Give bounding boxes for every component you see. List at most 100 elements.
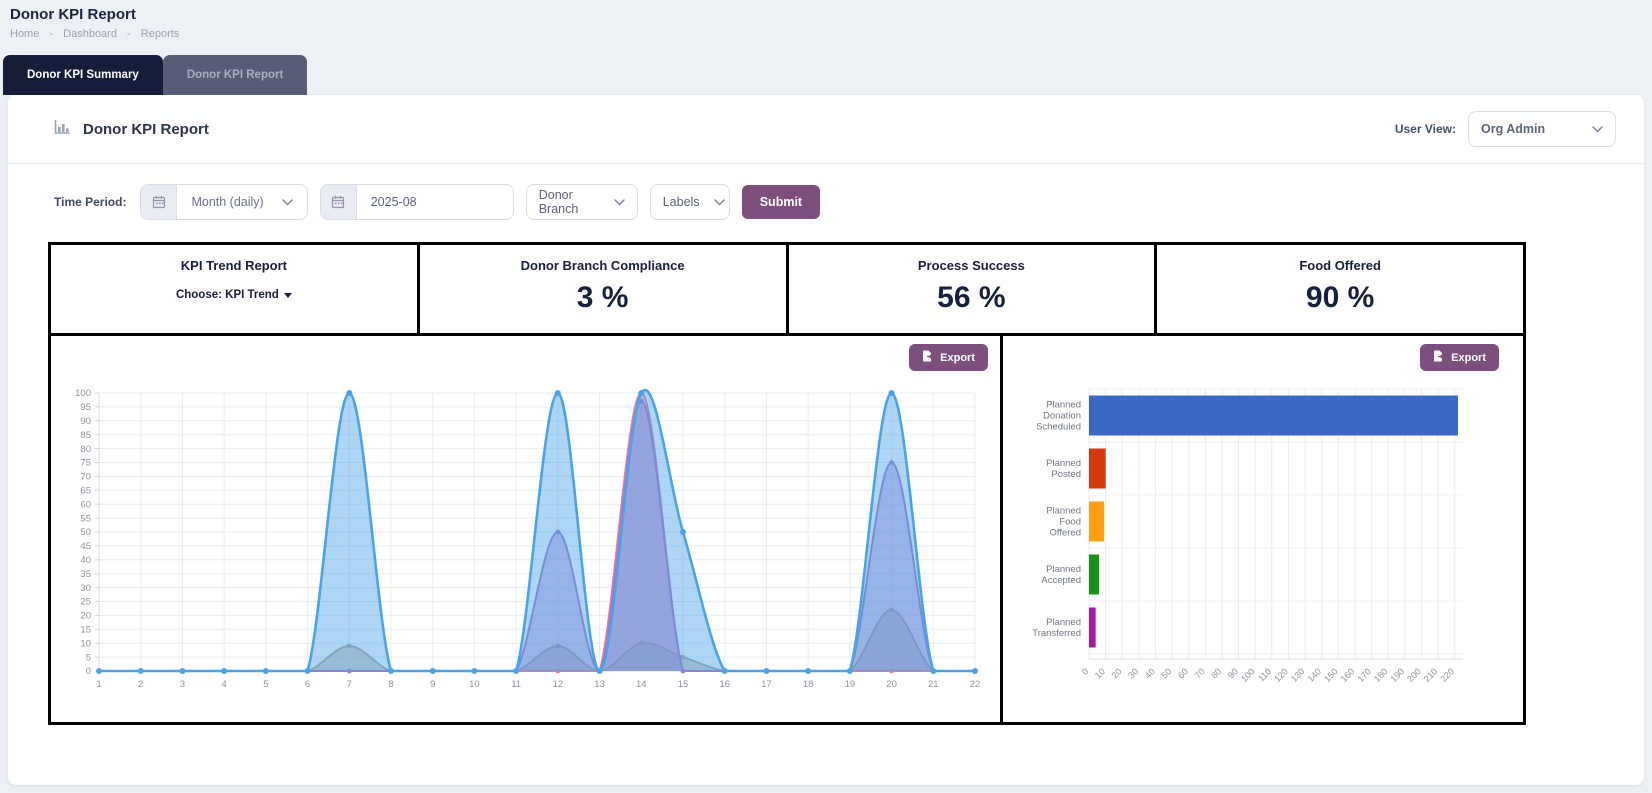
svg-text:10: 10	[469, 679, 480, 690]
caret-down-icon	[284, 293, 292, 298]
svg-text:PlannedDonationScheduled: PlannedDonationScheduled	[1036, 400, 1081, 433]
file-export-icon	[922, 350, 933, 365]
svg-text:17: 17	[761, 679, 772, 690]
donor-branch-value: Donor Branch	[539, 188, 600, 216]
svg-text:100: 100	[1239, 666, 1257, 684]
kpi-value: 90 %	[1157, 281, 1523, 315]
card-title: Donor KPI Report	[54, 119, 209, 139]
svg-text:180: 180	[1372, 666, 1390, 684]
breadcrumb-separator: -	[49, 28, 53, 40]
svg-text:70: 70	[80, 472, 91, 483]
svg-text:16: 16	[719, 679, 730, 690]
svg-text:65: 65	[80, 486, 91, 497]
kpi-cell-process-success: Process Success 56 %	[789, 245, 1158, 333]
kpi-cell-food-offered: Food Offered 90 %	[1157, 245, 1523, 333]
card-title-text: Donor KPI Report	[83, 121, 209, 138]
chevron-down-icon	[714, 195, 725, 209]
svg-text:40: 40	[1143, 666, 1157, 680]
svg-text:15: 15	[80, 625, 91, 636]
svg-text:30: 30	[80, 583, 91, 594]
breadcrumb-dashboard[interactable]: Dashboard	[63, 28, 117, 40]
export-button-label: Export	[1451, 352, 1486, 364]
svg-text:19: 19	[845, 679, 856, 690]
breadcrumb-home[interactable]: Home	[10, 28, 39, 40]
svg-text:100: 100	[75, 388, 91, 399]
svg-text:200: 200	[1405, 666, 1423, 684]
svg-text:PlannedFoodOffered: PlannedFoodOffered	[1046, 506, 1081, 539]
planned-kpi-bar-chart-panel: Export 010203040506070809010011012013014…	[1003, 336, 1523, 722]
svg-text:PlannedTransferred: PlannedTransferred	[1032, 617, 1081, 639]
svg-text:7: 7	[347, 679, 352, 690]
svg-text:50: 50	[80, 527, 91, 538]
period-type-select[interactable]: Month (daily)	[177, 185, 306, 219]
kpi-summary-table: KPI Trend Report Choose: KPI Trend Donor…	[48, 242, 1526, 336]
svg-text:40: 40	[80, 555, 91, 566]
svg-text:55: 55	[80, 513, 91, 524]
svg-text:1: 1	[96, 679, 101, 690]
svg-text:45: 45	[80, 541, 91, 552]
kpi-title: KPI Trend Report	[51, 258, 417, 273]
svg-text:70: 70	[1193, 666, 1207, 680]
kpi-value: 56 %	[789, 281, 1155, 315]
svg-text:110: 110	[1256, 666, 1273, 683]
svg-text:6: 6	[305, 679, 310, 690]
user-view-label: User View:	[1395, 122, 1456, 136]
kpi-trend-dropdown[interactable]: Choose: KPI Trend	[176, 289, 292, 301]
user-view-select[interactable]: Org Admin	[1468, 111, 1616, 147]
breadcrumb-separator: -	[127, 28, 131, 40]
svg-text:10: 10	[1093, 666, 1107, 680]
svg-text:170: 170	[1355, 666, 1373, 684]
svg-text:75: 75	[80, 458, 91, 469]
report-card: Donor KPI Report User View: Org Admin Ti…	[8, 95, 1644, 785]
svg-text:20: 20	[886, 679, 897, 690]
svg-text:210: 210	[1422, 666, 1440, 684]
svg-text:13: 13	[594, 679, 605, 690]
svg-text:220: 220	[1438, 666, 1456, 684]
svg-text:0: 0	[86, 666, 91, 677]
svg-text:160: 160	[1339, 666, 1357, 684]
bar-chart-icon	[54, 119, 71, 139]
svg-text:21: 21	[928, 679, 939, 690]
calendar-icon	[321, 185, 357, 219]
filter-row: Time Period: Month (daily)	[8, 164, 1644, 242]
planned-kpi-bar-chart: 0102030405060708090100110120130140150160…	[1023, 375, 1499, 718]
calendar-icon	[141, 185, 177, 219]
tab-donor-kpi-summary[interactable]: Donor KPI Summary	[3, 55, 163, 95]
svg-text:35: 35	[80, 569, 91, 580]
svg-text:90: 90	[1226, 666, 1240, 680]
tab-bar: Donor KPI Summary Donor KPI Report	[0, 55, 1652, 95]
svg-text:120: 120	[1272, 666, 1290, 684]
kpi-trend-dropdown-label: Choose: KPI Trend	[176, 289, 279, 301]
kpi-title: Process Success	[789, 258, 1155, 273]
export-button-trend-chart[interactable]: Export	[909, 344, 988, 371]
svg-text:2: 2	[138, 679, 143, 690]
svg-text:60: 60	[1176, 666, 1190, 680]
kpi-trend-chart-panel: Export 051015202530354045505560657075808…	[51, 336, 1003, 722]
date-group	[320, 184, 514, 220]
period-type-group: Month (daily)	[140, 184, 307, 220]
month-input[interactable]	[357, 185, 513, 219]
labels-select[interactable]: Labels	[650, 184, 730, 220]
svg-text:90: 90	[80, 416, 91, 427]
svg-text:15: 15	[678, 679, 689, 690]
svg-text:4: 4	[221, 679, 226, 690]
kpi-cell-donor-branch-compliance: Donor Branch Compliance 3 %	[420, 245, 789, 333]
chevron-down-icon	[614, 195, 625, 209]
donor-branch-select[interactable]: Donor Branch	[526, 184, 638, 220]
tab-donor-kpi-report[interactable]: Donor KPI Report	[163, 55, 307, 95]
export-button-bar-chart[interactable]: Export	[1420, 344, 1499, 371]
breadcrumb-reports[interactable]: Reports	[141, 28, 180, 40]
svg-text:140: 140	[1305, 666, 1323, 684]
chevron-down-icon	[1592, 122, 1603, 136]
chevron-down-icon	[282, 195, 293, 209]
charts-row: Export 051015202530354045505560657075808…	[48, 336, 1526, 725]
svg-text:150: 150	[1322, 666, 1340, 684]
svg-text:20: 20	[80, 611, 91, 622]
svg-text:95: 95	[80, 402, 91, 413]
file-export-icon	[1433, 350, 1444, 365]
svg-text:12: 12	[553, 679, 564, 690]
breadcrumb: Home - Dashboard - Reports	[10, 28, 1652, 40]
kpi-value: 3 %	[420, 281, 786, 315]
svg-text:10: 10	[80, 638, 91, 649]
submit-button[interactable]: Submit	[742, 185, 820, 219]
